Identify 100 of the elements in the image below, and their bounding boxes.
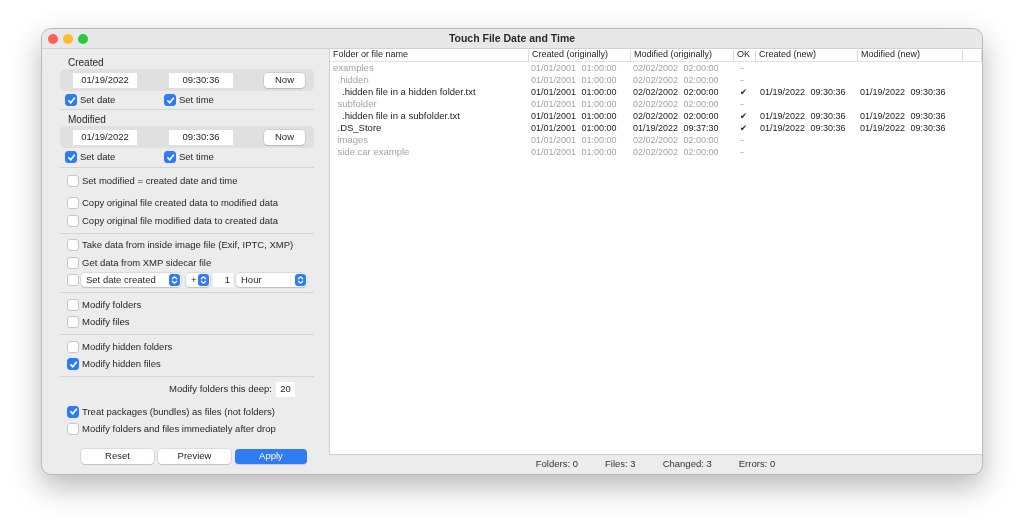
amount-field[interactable]: 1 <box>213 273 233 288</box>
action-button[interactable]: Preview <box>158 449 231 464</box>
table-cell-text: 01/01/2001 01:00:00 <box>530 74 618 86</box>
checkbox-label: Modify hidden files <box>82 357 161 372</box>
table-cell-text: 02/02/2002 02:00:00 <box>632 110 720 122</box>
file-name-cell-text: images <box>336 134 370 146</box>
table-cell-text: 01/19/2022 09:30:36 <box>859 122 947 134</box>
status-text: Folders: 0 <box>535 457 579 472</box>
table-cell-text: 02/02/2002 02:00:00 <box>632 74 720 86</box>
table-cell-text: 01/01/2001 01:00:00 <box>530 98 618 110</box>
file-name-cell-text: .DS_Store <box>336 122 383 134</box>
checkbox-label: Modify folders and files immediately after drop <box>82 422 276 437</box>
checkbox[interactable] <box>67 358 79 371</box>
checkbox[interactable] <box>67 298 79 311</box>
column-header[interactable]: Created (originally) <box>529 49 631 61</box>
checkbox[interactable] <box>67 405 79 418</box>
close-icon[interactable] <box>48 33 58 44</box>
column-header[interactable]: Folder or file name <box>330 49 529 61</box>
checkbox[interactable] <box>67 197 79 210</box>
checkbox-label: Set time <box>179 92 214 107</box>
table-cell-text: 01/01/2001 01:00:00 <box>530 86 618 98</box>
checkbox-label: Copy original file created data to modified data <box>82 196 278 211</box>
time-field[interactable]: 09:30:36 <box>169 72 233 88</box>
checkbox[interactable] <box>164 94 176 106</box>
table-cell-text: 02/02/2002 02:00:00 <box>632 62 720 74</box>
file-name-cell-text: subfolder <box>336 98 378 110</box>
file-name-cell-text: side car example <box>336 146 411 158</box>
checkbox-label: Set date <box>80 92 116 107</box>
stepper-icon <box>198 274 209 287</box>
date-field[interactable]: 01/19/2022 <box>73 72 137 88</box>
status-cell-text: – <box>739 74 746 86</box>
checkbox[interactable] <box>67 256 79 269</box>
window-title: Touch File Date and Time <box>447 30 577 46</box>
column-header[interactable]: Modified (originally) <box>631 49 734 61</box>
checkbox[interactable] <box>67 316 79 329</box>
table-cell-text: 01/01/2001 01:00:00 <box>530 110 618 122</box>
file-name-cell-text: .hidden file in a subfolder.txt <box>341 110 461 122</box>
status-cell-text: ✔ <box>739 86 749 98</box>
status-cell-text: – <box>739 146 746 158</box>
checkbox[interactable] <box>65 151 77 163</box>
table-cell-text: 01/01/2001 01:00:00 <box>530 122 618 134</box>
status-text: Files: 3 <box>605 457 636 472</box>
table-cell-text: 01/19/2022 09:37:30 <box>632 122 720 134</box>
checkbox-label: Set date <box>80 149 116 164</box>
date-field[interactable]: 01/19/2022 <box>73 129 137 145</box>
column-header[interactable]: Created (new) <box>756 49 858 61</box>
time-field[interactable]: 09:30:36 <box>169 129 233 145</box>
checkbox-label: Modify folders <box>82 297 142 312</box>
file-name-cell-text: examples <box>332 62 375 74</box>
checkbox[interactable] <box>67 423 79 436</box>
table-cell-text: 02/02/2002 02:00:00 <box>632 98 720 110</box>
stepper-icon <box>169 274 180 287</box>
checkbox-label: Copy original file modified data to created data <box>82 213 278 228</box>
file-name-cell-text: .hidden file in a hidden folder.txt <box>341 86 477 98</box>
table-cell-text: 01/01/2001 01:00:00 <box>530 146 618 158</box>
stepper-icon <box>295 274 306 287</box>
status-cell-text: – <box>739 62 746 74</box>
now-button[interactable]: Now <box>264 129 305 145</box>
checkbox-label: Set modified = created date and time <box>82 173 238 188</box>
table-cell-text: 02/02/2002 02:00:00 <box>632 146 720 158</box>
section-label: Modified <box>67 114 107 126</box>
checkbox-label: Get data from XMP sidecar file <box>82 255 212 270</box>
depth-field[interactable]: 20 <box>276 381 295 397</box>
file-name-cell-text: .hidden <box>336 74 370 86</box>
depth-label: Modify folders this deep: <box>169 381 272 396</box>
checkbox[interactable] <box>67 340 79 353</box>
table-cell-text: 01/01/2001 01:00:00 <box>530 134 618 146</box>
checkbox-label: Take data from inside image file (Exif, IPTC, XMP) <box>82 238 294 253</box>
checkbox[interactable] <box>65 94 77 106</box>
table-cell-text: 01/19/2022 09:30:36 <box>759 86 847 98</box>
column-header[interactable]: OK <box>734 49 756 61</box>
column-header[interactable]: Modified (new) <box>858 49 963 61</box>
status-text: Changed: 3 <box>662 457 712 472</box>
table-cell-text: 02/02/2002 02:00:00 <box>632 86 720 98</box>
status-text: Errors: 0 <box>738 457 776 472</box>
zoom-icon[interactable] <box>78 33 88 44</box>
checkbox-label: Treat packages (bundles) as files (not folders) <box>82 404 275 419</box>
table-cell-text: 01/01/2001 01:00:00 <box>530 62 618 74</box>
status-cell-text: – <box>739 134 746 146</box>
checkbox-label: Modify files <box>82 315 130 330</box>
sign-dropdown[interactable]: + <box>186 273 210 288</box>
minimize-icon[interactable] <box>63 33 73 44</box>
date-type-dropdown[interactable]: Set date created <box>81 273 181 288</box>
checkbox-label: Set time <box>179 149 214 164</box>
status-cell-text: – <box>739 98 746 110</box>
table-cell-text: 01/19/2022 09:30:36 <box>759 122 847 134</box>
table-cell-text: 01/19/2022 09:30:36 <box>759 110 847 122</box>
checkbox[interactable] <box>67 214 79 227</box>
unit-dropdown[interactable]: Hour <box>236 273 307 288</box>
table-cell-text: 01/19/2022 09:30:36 <box>859 86 947 98</box>
checkbox[interactable] <box>67 274 79 287</box>
apply-button[interactable]: Apply <box>235 449 307 464</box>
checkbox[interactable] <box>67 239 79 252</box>
table-cell-text: 01/19/2022 09:30:36 <box>859 110 947 122</box>
checkbox[interactable] <box>67 174 79 187</box>
status-cell-text: ✔ <box>739 122 749 134</box>
checkbox-label: Modify hidden folders <box>82 339 173 354</box>
action-button[interactable]: Reset <box>81 449 154 464</box>
now-button[interactable]: Now <box>264 72 305 88</box>
checkbox[interactable] <box>164 151 176 163</box>
